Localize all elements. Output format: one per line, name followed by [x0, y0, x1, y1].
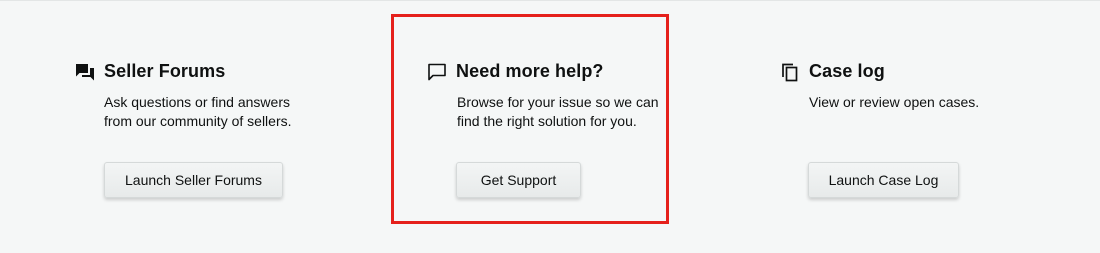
need-more-help-title: Need more help? — [456, 61, 604, 81]
seller-forums-description: Ask questions or find answers from our c… — [104, 93, 292, 131]
need-more-help-header: Need more help? — [427, 61, 604, 82]
description-line: from our community of sellers. — [104, 113, 292, 129]
case-log-card: Case log View or review open cases. Laun… — [740, 1, 1100, 253]
description-line: Browse for your issue so we can — [457, 94, 659, 110]
need-more-help-description: Browse for your issue so we can find the… — [457, 93, 659, 131]
description-line: find the right solution for you. — [457, 113, 637, 129]
seller-forums-title: Seller Forums — [104, 61, 226, 81]
forum-icon — [75, 62, 95, 82]
description-line: Ask questions or find answers — [104, 94, 290, 110]
launch-seller-forums-button[interactable]: Launch Seller Forums — [104, 162, 283, 198]
seller-forums-card: Seller Forums Ask questions or find answ… — [0, 1, 360, 253]
seller-forums-header: Seller Forums — [75, 61, 225, 82]
case-log-title: Case log — [809, 61, 885, 81]
need-more-help-card: Need more help? Browse for your issue so… — [391, 1, 669, 253]
get-support-button[interactable]: Get Support — [456, 162, 581, 198]
launch-case-log-button[interactable]: Launch Case Log — [808, 162, 959, 198]
copy-icon — [780, 62, 800, 82]
description-line: View or review open cases. — [809, 94, 980, 110]
case-log-header: Case log — [780, 61, 885, 82]
case-log-description: View or review open cases. — [809, 93, 979, 112]
chat-bubble-icon — [427, 62, 447, 82]
